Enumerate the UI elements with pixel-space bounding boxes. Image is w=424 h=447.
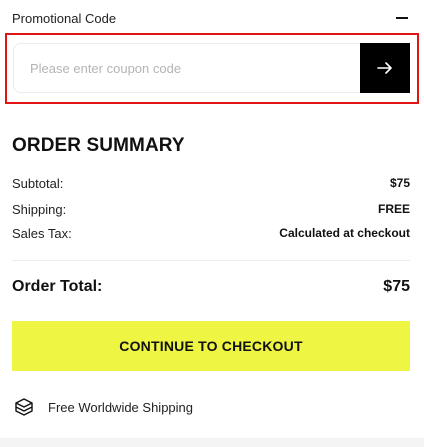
continue-to-checkout-button[interactable]: CONTINUE TO CHECKOUT	[12, 321, 410, 371]
sales-tax-row: Sales Tax: Calculated at checkout	[12, 224, 410, 242]
summary-divider	[12, 260, 410, 261]
subtotal-row: Subtotal: $75	[12, 174, 410, 192]
order-total-row: Order Total: $75	[12, 276, 410, 298]
apply-coupon-button[interactable]	[360, 43, 410, 93]
sales-tax-label: Sales Tax:	[12, 225, 72, 241]
order-total-label: Order Total:	[12, 278, 103, 295]
arrow-right-icon	[377, 62, 392, 74]
shipping-row: Shipping: FREE	[12, 200, 410, 218]
shipping-label: Shipping:	[12, 201, 67, 217]
shipping-value: FREE	[377, 202, 410, 216]
subtotal-value: $75	[389, 176, 410, 190]
coupon-input[interactable]	[13, 43, 361, 93]
order-total-value: $75	[383, 278, 410, 295]
minus-icon[interactable]	[394, 8, 410, 28]
free-shipping-note: Free Worldwide Shipping	[14, 396, 193, 418]
promo-header[interactable]: Promotional Code	[12, 8, 410, 28]
sales-tax-value: Calculated at checkout	[279, 226, 410, 240]
box-icon	[15, 398, 33, 416]
subtotal-label: Subtotal:	[12, 175, 64, 191]
bottom-bar	[0, 438, 424, 447]
promo-title: Promotional Code	[12, 10, 117, 26]
order-summary-title: ORDER SUMMARY	[12, 135, 185, 156]
free-shipping-text: Free Worldwide Shipping	[48, 399, 193, 415]
